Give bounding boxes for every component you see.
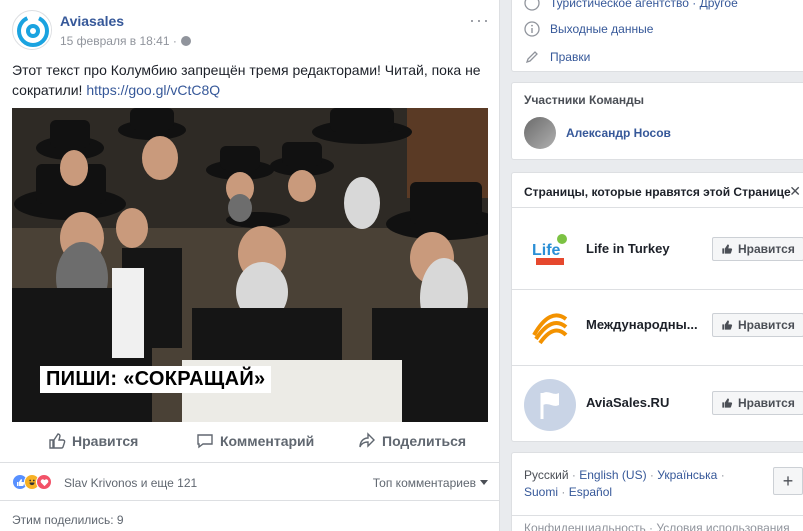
language-link[interactable]: Español bbox=[569, 485, 612, 499]
category-text[interactable]: Туристическое агентство · Другое bbox=[550, 0, 738, 10]
lang-separator: · bbox=[720, 468, 725, 482]
liked-page-item: Life Life in Turkey Нравится bbox=[524, 225, 803, 289]
language-list: Русский · English (US) · Українська · Su… bbox=[524, 467, 754, 501]
imprint-row[interactable]: Выходные данные bbox=[524, 21, 653, 37]
post-options-icon[interactable]: ··· bbox=[469, 10, 490, 31]
language-link[interactable]: English (US) bbox=[579, 468, 646, 482]
like-action-label: Нравится bbox=[72, 433, 139, 449]
divider bbox=[512, 365, 803, 366]
like-page-label: Нравится bbox=[738, 318, 795, 332]
imprint-link[interactable]: Выходные данные bbox=[550, 22, 653, 36]
pencil-icon bbox=[525, 51, 538, 64]
current-language: Русский bbox=[524, 468, 569, 482]
post-header: Aviasales 15 февраля в 18:41 · ··· bbox=[12, 10, 492, 54]
share-icon bbox=[359, 432, 375, 448]
edits-row[interactable]: Правки bbox=[524, 49, 590, 65]
post-image[interactable]: ПИШИ: «СОКРАЩАЙ» bbox=[12, 108, 488, 422]
thumbs-up-icon bbox=[49, 433, 66, 449]
about-card: Туристическое агентство · Другое Выходны… bbox=[511, 0, 803, 72]
lang-separator: · bbox=[561, 485, 566, 499]
share-action-label: Поделиться bbox=[382, 433, 467, 449]
aviasales-logo-icon bbox=[14, 12, 51, 49]
liked-page-item: Международны... Нравится bbox=[524, 301, 803, 365]
aviasales-ru-logo[interactable] bbox=[524, 379, 576, 431]
like-page-label: Нравится bbox=[738, 242, 795, 256]
lang-separator: · bbox=[571, 468, 576, 482]
liked-page-name[interactable]: Life in Turkey bbox=[586, 241, 670, 256]
share-action-button[interactable]: Поделиться bbox=[358, 432, 466, 450]
more-languages-button[interactable]: + bbox=[773, 467, 803, 495]
divider bbox=[0, 500, 500, 501]
divider bbox=[512, 289, 803, 290]
orange-swirl-logo-icon bbox=[525, 302, 575, 352]
intl-page-logo[interactable] bbox=[524, 301, 576, 353]
post-date[interactable]: 15 февраля в 18:41 · bbox=[60, 34, 177, 48]
team-member[interactable]: Александр Носов bbox=[524, 117, 671, 149]
reactions-bar: Slav Krivonos и еще 121 Топ комментариев bbox=[12, 474, 488, 492]
post-timestamp[interactable]: 15 февраля в 18:41 · bbox=[60, 34, 191, 48]
comments-sort-label: Топ комментариев bbox=[372, 476, 476, 490]
flag-icon bbox=[525, 380, 575, 430]
language-link[interactable]: Українська bbox=[657, 468, 717, 482]
page-name[interactable]: Aviasales bbox=[60, 13, 124, 29]
team-card: Участники Команды Александр Носов bbox=[511, 82, 803, 160]
divider bbox=[0, 462, 500, 463]
thumbs-up-icon bbox=[722, 398, 733, 408]
footer-links[interactable]: Конфиденциальность · Условия использован… bbox=[524, 521, 790, 531]
lang-separator: · bbox=[649, 468, 654, 482]
liked-page-name[interactable]: AviaSales.RU bbox=[586, 395, 669, 410]
divider bbox=[512, 515, 803, 516]
member-name[interactable]: Александр Носов bbox=[566, 126, 671, 140]
life-in-turkey-logo[interactable]: Life bbox=[524, 225, 576, 277]
liked-pages-title: Страницы, которые нравятся этой Странице bbox=[524, 185, 791, 199]
comment-action-button[interactable]: Комментарий bbox=[196, 432, 314, 450]
comment-icon bbox=[197, 434, 213, 449]
member-avatar[interactable] bbox=[524, 117, 556, 149]
language-link[interactable]: Suomi bbox=[524, 485, 558, 499]
post-text: Этот текст про Колумбию запрещён тремя р… bbox=[12, 60, 490, 100]
post-text-body: Этот текст про Колумбию запрещён тремя р… bbox=[12, 62, 481, 98]
post-link[interactable]: https://goo.gl/vCtC8Q bbox=[86, 82, 220, 98]
liked-pages-card: Страницы, которые нравятся этой Странице… bbox=[511, 172, 803, 442]
close-icon[interactable]: ✕ bbox=[789, 183, 801, 200]
globe-icon bbox=[180, 36, 191, 46]
like-page-button[interactable]: Нравится bbox=[712, 391, 803, 415]
team-title: Участники Команды bbox=[524, 93, 644, 107]
chevron-down-icon bbox=[480, 480, 488, 485]
like-page-button[interactable]: Нравится bbox=[712, 313, 803, 337]
likers-summary[interactable]: Slav Krivonos и еще 121 bbox=[64, 476, 197, 490]
svg-text:Life: Life bbox=[532, 242, 561, 259]
post-card: Aviasales 15 февраля в 18:41 · ··· Этот … bbox=[0, 0, 500, 531]
reaction-icons[interactable] bbox=[12, 474, 52, 490]
like-page-button[interactable]: Нравится bbox=[712, 237, 803, 261]
category-row: Туристическое агентство · Другое bbox=[524, 0, 738, 11]
image-caption: ПИШИ: «СОКРАЩАЙ» bbox=[40, 366, 272, 393]
like-action-button[interactable]: Нравится bbox=[48, 432, 138, 450]
divider bbox=[512, 207, 803, 208]
page-avatar[interactable] bbox=[12, 10, 52, 50]
liked-page-name[interactable]: Международны... bbox=[586, 317, 698, 332]
comments-sort-dropdown[interactable]: Топ комментариев bbox=[373, 476, 488, 490]
edits-link[interactable]: Правки bbox=[550, 50, 590, 64]
shares-count[interactable]: Этим поделились: 9 bbox=[12, 513, 124, 527]
liked-page-item: AviaSales.RU Нравится bbox=[524, 379, 803, 443]
life-in-turkey-logo-icon: Life bbox=[525, 226, 575, 276]
love-reaction-icon bbox=[36, 474, 52, 490]
info-icon bbox=[524, 21, 540, 37]
post-actions: Нравится Комментарий Поделиться bbox=[12, 428, 488, 456]
like-page-label: Нравится bbox=[738, 396, 795, 410]
thumbs-up-icon bbox=[722, 244, 733, 254]
languages-card: Русский · English (US) · Українська · Su… bbox=[511, 452, 803, 531]
info-icon bbox=[524, 0, 540, 11]
comment-action-label: Комментарий bbox=[220, 433, 315, 449]
thumbs-up-icon bbox=[722, 320, 733, 330]
